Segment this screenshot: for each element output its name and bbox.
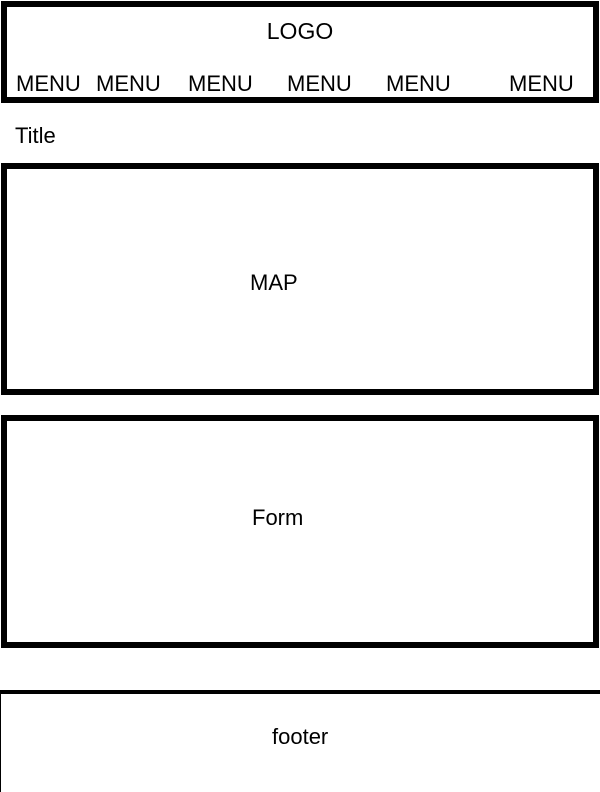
- logo[interactable]: LOGO: [7, 17, 593, 45]
- menu-item-3[interactable]: MENU: [188, 70, 253, 98]
- menu-item-2[interactable]: MENU: [96, 70, 161, 98]
- menu-item-1[interactable]: MENU: [16, 70, 81, 98]
- footer: footer: [0, 690, 600, 792]
- menu-item-6[interactable]: MENU: [509, 70, 574, 98]
- map-label: MAP: [250, 270, 298, 295]
- map-placeholder[interactable]: MAP: [1, 163, 599, 395]
- form-label: Form: [252, 505, 304, 530]
- page-title: Title: [15, 123, 56, 148]
- header: LOGO MENU MENU MENU MENU MENU MENU: [1, 1, 599, 103]
- menu-item-5[interactable]: MENU: [386, 70, 451, 98]
- menu-item-4[interactable]: MENU: [287, 70, 352, 98]
- form-placeholder[interactable]: Form: [1, 415, 599, 648]
- footer-label: footer: [272, 724, 329, 749]
